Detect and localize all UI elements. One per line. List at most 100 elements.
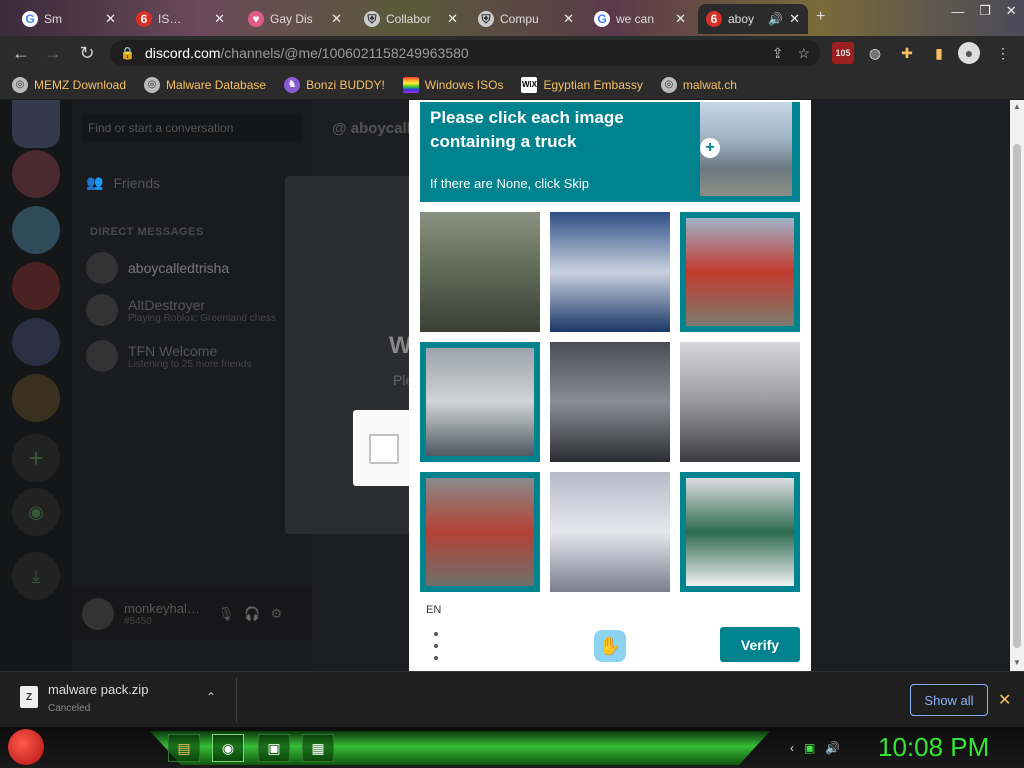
chevron-up-icon[interactable]: ⌃ [206, 690, 216, 704]
share-icon[interactable]: ⇪ [772, 45, 784, 62]
file-explorer-icon[interactable]: ▤ [168, 734, 200, 762]
volume-icon[interactable]: 🔊 [825, 741, 840, 755]
server-icon[interactable] [12, 318, 60, 366]
dm-section-label: DIRECT MESSAGES [90, 226, 204, 238]
captcha-challenge: Please click each image containing a tru… [409, 100, 811, 671]
forward-icon[interactable]: → [42, 42, 64, 64]
taskbar: ▤ ◉ ▣ ▦ ‹ ▣ 🔊 10:08 PM [0, 727, 1024, 768]
bonzi-icon: ♞ [284, 76, 301, 93]
dm-search-input[interactable]: Find or start a conversation [82, 114, 302, 142]
close-tab-icon[interactable]: ✕ [789, 11, 800, 27]
captcha-tile-truck-container[interactable] [420, 212, 540, 332]
profile-icon[interactable]: ● [958, 42, 980, 64]
captcha-prompt: Please click each image containing a tru… [420, 102, 800, 202]
expand-plus-icon[interactable]: + [700, 138, 720, 158]
captcha-tile-cruise-ship[interactable] [550, 212, 670, 332]
close-tab-icon[interactable]: ✕ [675, 11, 686, 27]
dm-sidebar: Find or start a conversation 👥 Friends DI… [72, 100, 312, 671]
minimize-icon[interactable]: — [951, 4, 964, 19]
clock[interactable]: 10:08 PM [878, 732, 989, 763]
bookmark-egyptian-embassy[interactable]: WiX Egyptian Embassy [521, 76, 643, 93]
scroll-up-icon[interactable]: ▲ [1012, 102, 1022, 111]
language-selector[interactable]: EN [426, 604, 441, 616]
close-tab-icon[interactable]: ✕ [331, 11, 342, 27]
browser-tab-active[interactable]: 6 aboy 🔊 ✕ [698, 4, 808, 34]
captcha-tile-fire-engine[interactable] [420, 472, 540, 592]
back-icon[interactable]: ← [10, 42, 32, 64]
browser-tab[interactable]: G Sm ✕ [14, 4, 124, 34]
dm-item[interactable]: TFN Welcome Listening to 25 more friends [86, 340, 251, 372]
divider [236, 678, 237, 722]
server-icon[interactable] [12, 374, 60, 422]
captcha-tile-motorcycle[interactable] [680, 342, 800, 462]
address-bar[interactable]: 🔒 discord.com/channels/@me/1006021158249… [110, 40, 820, 66]
download-item[interactable]: Z malware pack.zip Canceled [20, 682, 148, 714]
captcha-tile-semi-truck[interactable] [420, 342, 540, 462]
dm-item[interactable]: AltDestroyer Playing Roblox: Greenland ch… [86, 294, 276, 326]
bookmark-windows-isos[interactable]: Windows ISOs [402, 76, 503, 93]
headphones-icon[interactable]: 🎧 [244, 606, 260, 622]
scroll-down-icon[interactable]: ▼ [1012, 658, 1022, 667]
avatar [86, 340, 118, 372]
scrollbar-thumb[interactable] [1013, 144, 1021, 648]
discord-home-icon[interactable] [12, 100, 60, 148]
menu-kebab-icon[interactable]: ⋮ [992, 42, 1014, 64]
show-all-button[interactable]: Show all [910, 684, 988, 716]
chrome-taskbar-icon[interactable]: ◉ [212, 734, 244, 762]
ublock-extension-icon[interactable]: 105 [832, 42, 854, 64]
bookmark-bonzi[interactable]: ♞ Bonzi BUDDY! [284, 76, 385, 93]
network-icon[interactable]: ▣ [804, 741, 815, 755]
restore-icon[interactable]: ❐ [979, 3, 991, 19]
bookmark-star-icon[interactable]: ☆ [797, 45, 810, 62]
browser-tab[interactable]: ♥ Gay Dis ✕ [240, 4, 350, 34]
browser-tab[interactable]: ⛨ Compu ✕ [470, 4, 582, 34]
close-tab-icon[interactable]: ✕ [105, 11, 116, 27]
close-tab-icon[interactable]: ✕ [563, 11, 574, 27]
captcha-checkbox[interactable] [369, 434, 399, 464]
tray-chevron-icon[interactable]: ‹ [790, 741, 794, 755]
flag-extension-icon[interactable]: ◍ [864, 42, 886, 64]
new-tab-button[interactable]: + [816, 8, 825, 26]
add-server-icon[interactable]: + [12, 434, 60, 482]
page-scrollbar[interactable]: ▲ ▼ [1010, 100, 1024, 671]
download-apps-icon[interactable]: ⤓ [12, 552, 60, 600]
settings-gear-icon[interactable]: ⚙ [271, 606, 283, 622]
sidepanel-icon[interactable]: ▮ [928, 42, 950, 64]
server-icon[interactable] [12, 206, 60, 254]
close-tab-icon[interactable]: ✕ [447, 11, 458, 27]
captcha-tile-airplane[interactable] [550, 342, 670, 462]
bookmark-malwatch[interactable]: ◎ malwat.ch [660, 76, 737, 93]
reload-icon[interactable]: ↻ [76, 42, 98, 64]
start-button[interactable] [8, 729, 44, 765]
wix-icon: WiX [521, 76, 538, 93]
mute-icon[interactable]: 🎙 [218, 606, 235, 622]
browser-tab[interactable]: G we can ✕ [586, 4, 694, 34]
verify-button[interactable]: Verify [720, 627, 800, 662]
server-icon[interactable] [12, 150, 60, 198]
close-window-icon[interactable]: ✕ [1006, 3, 1017, 19]
captcha-tile-fire-truck[interactable] [680, 212, 800, 332]
motorcycle-image [680, 342, 800, 462]
browser-tab[interactable]: ⛨ Collabor ✕ [356, 4, 466, 34]
speaker-icon[interactable]: 🔊 [768, 12, 783, 26]
explore-icon[interactable]: ◉ [12, 488, 60, 536]
truck-container-image [420, 212, 540, 332]
captcha-checkbox-card [353, 410, 413, 486]
avatar [86, 252, 118, 284]
friends-link[interactable]: 👥 Friends [86, 174, 160, 191]
airplane-image [550, 342, 670, 462]
server-icon[interactable] [12, 262, 60, 310]
dm-item[interactable]: aboycalledtrisha [86, 252, 229, 284]
fire-engine-image [426, 478, 534, 586]
bookmark-malware-database[interactable]: ◎ Malware Database [144, 76, 266, 93]
captcha-tile-double-decker-bus[interactable] [680, 472, 800, 592]
extensions-puzzle-icon[interactable]: ✚ [896, 42, 918, 64]
bookmark-memz[interactable]: ◎ MEMZ Download [12, 76, 126, 93]
close-tab-icon[interactable]: ✕ [214, 11, 225, 27]
browser-tab[interactable]: 6 IS… ✕ [128, 4, 233, 34]
captcha-tile-seaplane[interactable] [550, 472, 670, 592]
remote-desktop-icon[interactable]: ▣ [258, 734, 290, 762]
control-panel-icon[interactable]: ▦ [302, 734, 334, 762]
captcha-menu-icon[interactable] [431, 632, 441, 660]
close-icon[interactable]: ✕ [998, 690, 1011, 710]
